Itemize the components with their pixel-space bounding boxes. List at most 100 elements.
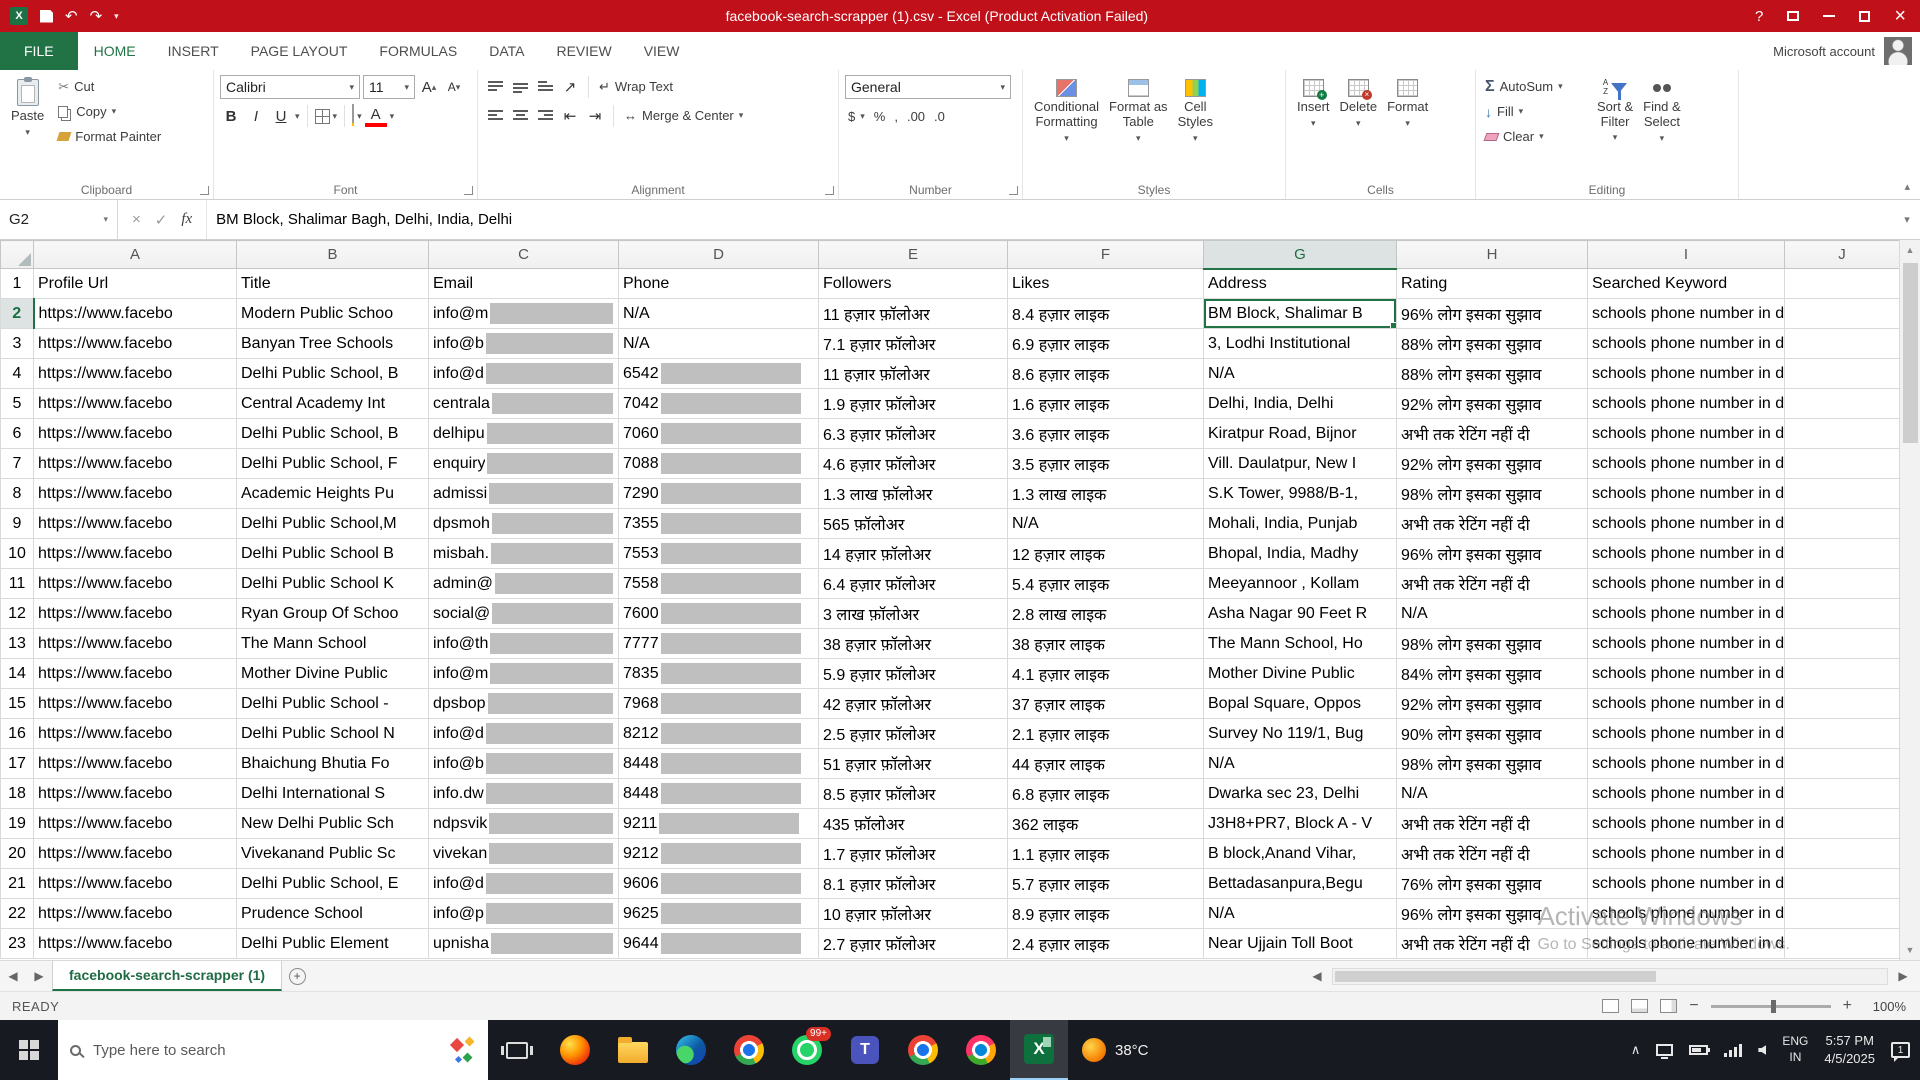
- row-number[interactable]: 17: [1, 749, 34, 779]
- cell-email[interactable]: info@m: [429, 659, 619, 689]
- cell-email[interactable]: ndpsvik: [429, 809, 619, 839]
- cell-profile-url[interactable]: https://www.facebo: [34, 449, 237, 479]
- cell-title[interactable]: Bhaichung Bhutia Fo: [237, 749, 429, 779]
- row-number[interactable]: 13: [1, 629, 34, 659]
- cell-phone[interactable]: 7553: [619, 539, 819, 569]
- cell-empty[interactable]: [1785, 689, 1900, 719]
- delete-cells-button[interactable]: × Delete ▾: [1335, 75, 1383, 179]
- cell-rating[interactable]: अभी तक रेटिंग नहीं दी: [1397, 419, 1588, 449]
- volume-icon[interactable]: [1758, 1045, 1766, 1055]
- maximize-button[interactable]: [1859, 11, 1870, 22]
- cell-likes[interactable]: 362 लाइक: [1008, 809, 1204, 839]
- cell-email[interactable]: delhipu: [429, 419, 619, 449]
- scroll-up-icon[interactable]: ▲: [1900, 240, 1920, 260]
- decrease-decimal-button[interactable]: .0: [931, 105, 948, 128]
- weather-widget[interactable]: 38°C: [1068, 1020, 1163, 1080]
- format-painter-button[interactable]: Format Painter: [55, 125, 164, 148]
- formula-input[interactable]: BM Block, Shalimar Bagh, Delhi, India, D…: [207, 200, 1894, 239]
- battery-icon[interactable]: [1689, 1045, 1708, 1055]
- cell-address[interactable]: Address: [1204, 269, 1397, 299]
- cell-searched-keyword[interactable]: schools phone number in delhi: [1588, 599, 1785, 629]
- cell-likes[interactable]: 3.6 हज़ार लाइक: [1008, 419, 1204, 449]
- cell-followers[interactable]: 1.3 लाख फ़ॉलोअर: [819, 479, 1008, 509]
- cell-profile-url[interactable]: https://www.facebo: [34, 899, 237, 929]
- increase-decimal-button[interactable]: .00: [904, 105, 928, 128]
- font-dialog-launcher[interactable]: [464, 186, 473, 195]
- cell-empty[interactable]: [1785, 929, 1900, 959]
- row-number[interactable]: 12: [1, 599, 34, 629]
- prev-sheet-icon[interactable]: ◀: [0, 961, 26, 991]
- cell-email[interactable]: info@d: [429, 869, 619, 899]
- cell-searched-keyword[interactable]: schools phone number in delhi: [1588, 929, 1785, 959]
- insert-cells-button[interactable]: + Insert ▾: [1292, 75, 1335, 179]
- cell-phone[interactable]: 7355: [619, 509, 819, 539]
- cell-searched-keyword[interactable]: schools phone number in delhi: [1588, 899, 1785, 929]
- sort-filter-button[interactable]: AZ Sort &Filter ▾: [1592, 75, 1638, 179]
- cell-address[interactable]: Vill. Daulatpur, New I: [1204, 449, 1397, 479]
- cell-title[interactable]: Vivekanand Public Sc: [237, 839, 429, 869]
- cell-title[interactable]: Delhi Public School, B: [237, 419, 429, 449]
- row-number[interactable]: 1: [1, 269, 34, 299]
- merge-center-button[interactable]: ↔Merge & Center▾: [621, 104, 746, 127]
- cell-address[interactable]: Bhopal, India, Madhy: [1204, 539, 1397, 569]
- cell-phone[interactable]: 7060: [619, 419, 819, 449]
- horizontal-scrollbar[interactable]: ◀ ▶: [1300, 961, 1920, 991]
- tab-home[interactable]: HOME: [78, 32, 152, 70]
- zoom-slider[interactable]: [1711, 1005, 1831, 1008]
- column-header-h[interactable]: H: [1397, 241, 1588, 269]
- cell-address[interactable]: Survey No 119/1, Bug: [1204, 719, 1397, 749]
- cell-title[interactable]: Delhi Public School N: [237, 719, 429, 749]
- cell-title[interactable]: Delhi Public School B: [237, 539, 429, 569]
- taskbar-teams[interactable]: [836, 1020, 894, 1080]
- cell-email[interactable]: info@d: [429, 359, 619, 389]
- find-select-button[interactable]: Find &Select ▾: [1638, 75, 1686, 179]
- cell-searched-keyword[interactable]: schools phone number in delhi: [1588, 839, 1785, 869]
- cell-followers[interactable]: 2.7 हज़ार फ़ॉलोअर: [819, 929, 1008, 959]
- cell-followers[interactable]: 42 हज़ार फ़ॉलोअर: [819, 689, 1008, 719]
- cell-searched-keyword[interactable]: schools phone number in delhi: [1588, 389, 1785, 419]
- cell-rating[interactable]: 92% लोग इसका सुझाव: [1397, 389, 1588, 419]
- cell-address[interactable]: Mohali, India, Punjab: [1204, 509, 1397, 539]
- qat-customize-icon[interactable]: ▾: [114, 11, 119, 22]
- cell-title[interactable]: Delhi International S: [237, 779, 429, 809]
- cell-searched-keyword[interactable]: schools phone number in delhi: [1588, 779, 1785, 809]
- cell-title[interactable]: Ryan Group Of Schoo: [237, 599, 429, 629]
- cell-likes[interactable]: 37 हज़ार लाइक: [1008, 689, 1204, 719]
- cell-rating[interactable]: 98% लोग इसका सुझाव: [1397, 479, 1588, 509]
- cell-title[interactable]: The Mann School: [237, 629, 429, 659]
- cell-title[interactable]: Banyan Tree Schools: [237, 329, 429, 359]
- wrap-text-button[interactable]: ↵Wrap Text: [596, 75, 676, 98]
- cell-likes[interactable]: 6.9 हज़ार लाइक: [1008, 329, 1204, 359]
- close-button[interactable]: ×: [1894, 6, 1906, 26]
- cell-likes[interactable]: 2.8 लाख लाइक: [1008, 599, 1204, 629]
- account-area[interactable]: Microsoft account: [1773, 32, 1920, 70]
- cell-rating[interactable]: 98% लोग इसका सुझाव: [1397, 749, 1588, 779]
- vertical-scroll-thumb[interactable]: [1903, 263, 1918, 443]
- clock[interactable]: 5:57 PM 4/5/2025: [1824, 1032, 1875, 1067]
- cell-followers[interactable]: 11 हज़ार फ़ॉलोअर: [819, 299, 1008, 329]
- cell-profile-url[interactable]: Profile Url: [34, 269, 237, 299]
- cell-phone[interactable]: 8448: [619, 779, 819, 809]
- cell-likes[interactable]: 2.4 हज़ार लाइक: [1008, 929, 1204, 959]
- language-indicator[interactable]: ENG IN: [1782, 1034, 1808, 1065]
- cell-phone[interactable]: N/A: [619, 329, 819, 359]
- align-right-icon[interactable]: [534, 105, 556, 127]
- autosum-button[interactable]: ΣAutoSum▾: [1482, 75, 1592, 98]
- search-highlights-icon[interactable]: [450, 1037, 476, 1063]
- cell-rating[interactable]: 92% लोग इसका सुझाव: [1397, 449, 1588, 479]
- cell-profile-url[interactable]: https://www.facebo: [34, 929, 237, 959]
- cell-empty[interactable]: [1785, 509, 1900, 539]
- bold-button[interactable]: B: [220, 105, 242, 127]
- cell-title[interactable]: Delhi Public School -: [237, 689, 429, 719]
- format-cells-button[interactable]: Format ▾: [1382, 75, 1433, 179]
- cell-searched-keyword[interactable]: schools phone number in delhi: [1588, 329, 1785, 359]
- cell-profile-url[interactable]: https://www.facebo: [34, 659, 237, 689]
- top-align-icon[interactable]: [484, 76, 506, 98]
- cell-address[interactable]: N/A: [1204, 899, 1397, 929]
- row-number[interactable]: 10: [1, 539, 34, 569]
- ribbon-display-options-button[interactable]: [1787, 11, 1799, 21]
- undo-icon[interactable]: ↶: [65, 9, 78, 24]
- cell-searched-keyword[interactable]: schools phone number in delhi: [1588, 749, 1785, 779]
- next-sheet-icon[interactable]: ▶: [26, 961, 52, 991]
- cell-address[interactable]: Kiratpur Road, Bijnor: [1204, 419, 1397, 449]
